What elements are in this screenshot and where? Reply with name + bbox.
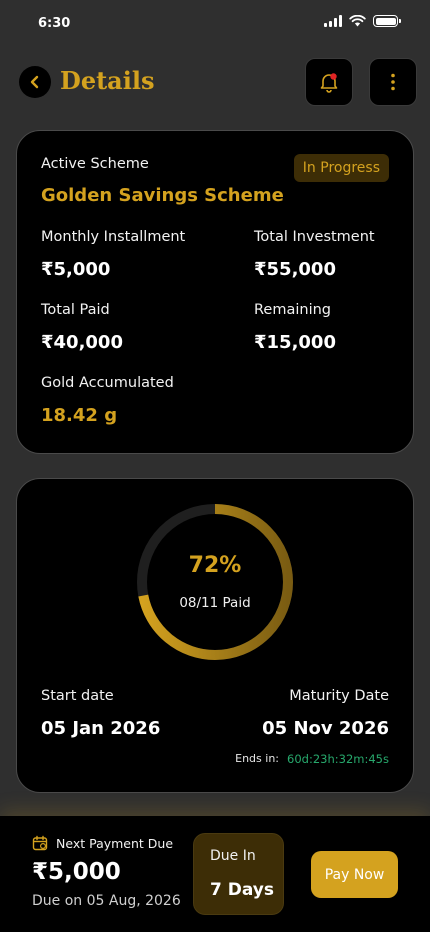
status-badge: In Progress — [293, 154, 389, 182]
status-time: 6:30 — [38, 16, 71, 31]
progress-ring-graphic — [137, 504, 293, 660]
header: Details — [0, 58, 430, 106]
gold-accumulated-value: 18.42 g — [41, 405, 118, 426]
total-paid-label: Total Paid — [41, 302, 110, 318]
start-date-label: Start date — [41, 688, 114, 704]
status-icons — [324, 15, 401, 27]
monthly-installment-value: ₹5,000 — [41, 259, 111, 280]
total-paid-value: ₹40,000 — [41, 332, 123, 353]
gold-accumulated-label: Gold Accumulated — [41, 375, 174, 391]
remaining-label: Remaining — [254, 302, 331, 318]
scheme-name: Golden Savings Scheme — [41, 185, 284, 206]
ends-in-label: Ends in: — [235, 752, 279, 765]
installments-paid: 08/11 Paid — [179, 595, 251, 611]
more-vertical-icon — [391, 73, 395, 91]
battery-icon — [373, 15, 401, 27]
countdown-timer: 60d:23h:32m:45s — [287, 752, 389, 766]
signal-icon — [324, 15, 342, 27]
monthly-installment-label: Monthly Installment — [41, 229, 186, 245]
total-investment-value: ₹55,000 — [254, 259, 336, 280]
notifications-button[interactable] — [305, 58, 353, 106]
page-title: Details — [60, 66, 155, 95]
wifi-icon — [349, 15, 366, 27]
total-investment-label: Total Investment — [254, 229, 375, 245]
progress-ring: 72% 08/11 Paid — [134, 501, 296, 663]
scheme-card: Active Scheme Golden Savings Scheme In P… — [16, 130, 414, 454]
next-payment-date: Due on 05 Aug, 2026 — [32, 893, 181, 909]
progress-card: 72% 08/11 Paid Start date 05 Jan 2026 Ma… — [16, 478, 414, 793]
calendar-icon — [32, 835, 48, 851]
next-payment-label: Next Payment Due — [56, 836, 174, 851]
back-button[interactable] — [19, 66, 51, 98]
more-options-button[interactable] — [369, 58, 417, 106]
maturity-date-label: Maturity Date — [289, 688, 389, 704]
start-date-value: 05 Jan 2026 — [41, 718, 161, 739]
due-in-label: Due In — [210, 848, 256, 864]
chevron-left-icon — [30, 75, 39, 89]
due-in-box: Due In 7 Days — [193, 833, 284, 915]
due-in-value: 7 Days — [210, 880, 275, 900]
remaining-value: ₹15,000 — [254, 332, 336, 353]
bell-icon — [320, 73, 338, 93]
progress-percent: 72% — [188, 553, 242, 578]
next-payment-amount: ₹5,000 — [32, 859, 121, 885]
status-bar: 6:30 — [0, 0, 430, 48]
pay-now-button[interactable]: Pay Now — [311, 851, 398, 898]
bottom-payment-bar: Next Payment Due ₹5,000 Due on 05 Aug, 2… — [0, 816, 430, 932]
maturity-date-value: 05 Nov 2026 — [262, 718, 389, 739]
active-scheme-label: Active Scheme — [41, 156, 149, 172]
